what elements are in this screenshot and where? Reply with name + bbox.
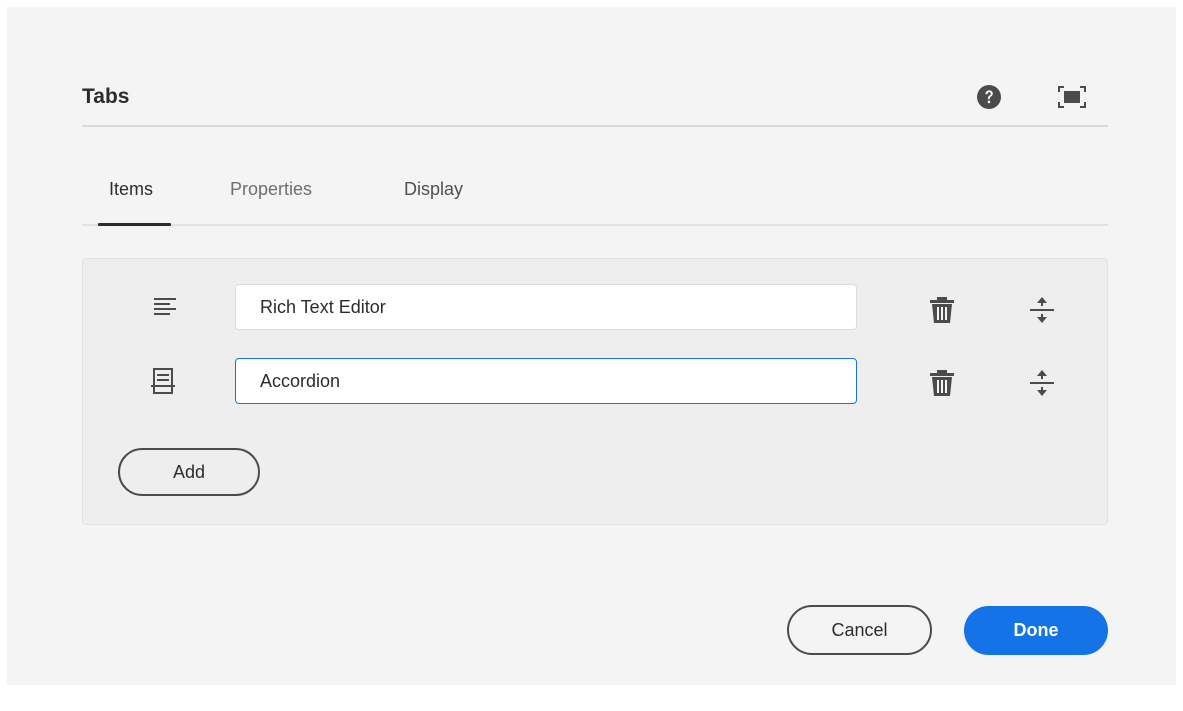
reorder-icon[interactable] (1029, 369, 1055, 397)
trash-icon[interactable] (929, 369, 955, 397)
accordion-icon (151, 368, 175, 394)
tab-items[interactable]: Items (109, 179, 153, 200)
dialog-title: Tabs (82, 85, 130, 108)
tabs-dialog: Tabs Items Properties Display Rich Text … (7, 7, 1176, 685)
active-tab-indicator (98, 223, 171, 226)
item-title-field-2[interactable] (235, 358, 857, 404)
fullscreen-icon[interactable] (1057, 85, 1087, 109)
header-divider (82, 125, 1108, 127)
done-button[interactable]: Done (964, 606, 1108, 655)
trash-icon[interactable] (929, 296, 955, 324)
item-title-field-1[interactable] (235, 284, 857, 330)
reorder-icon[interactable] (1029, 296, 1055, 324)
text-align-icon (154, 298, 176, 315)
tab-properties[interactable]: Properties (230, 179, 312, 200)
help-icon[interactable] (976, 84, 1002, 110)
tab-display[interactable]: Display (404, 179, 463, 200)
tabs-divider (82, 224, 1108, 226)
add-button[interactable]: Add (118, 448, 260, 496)
cancel-button[interactable]: Cancel (787, 605, 932, 655)
